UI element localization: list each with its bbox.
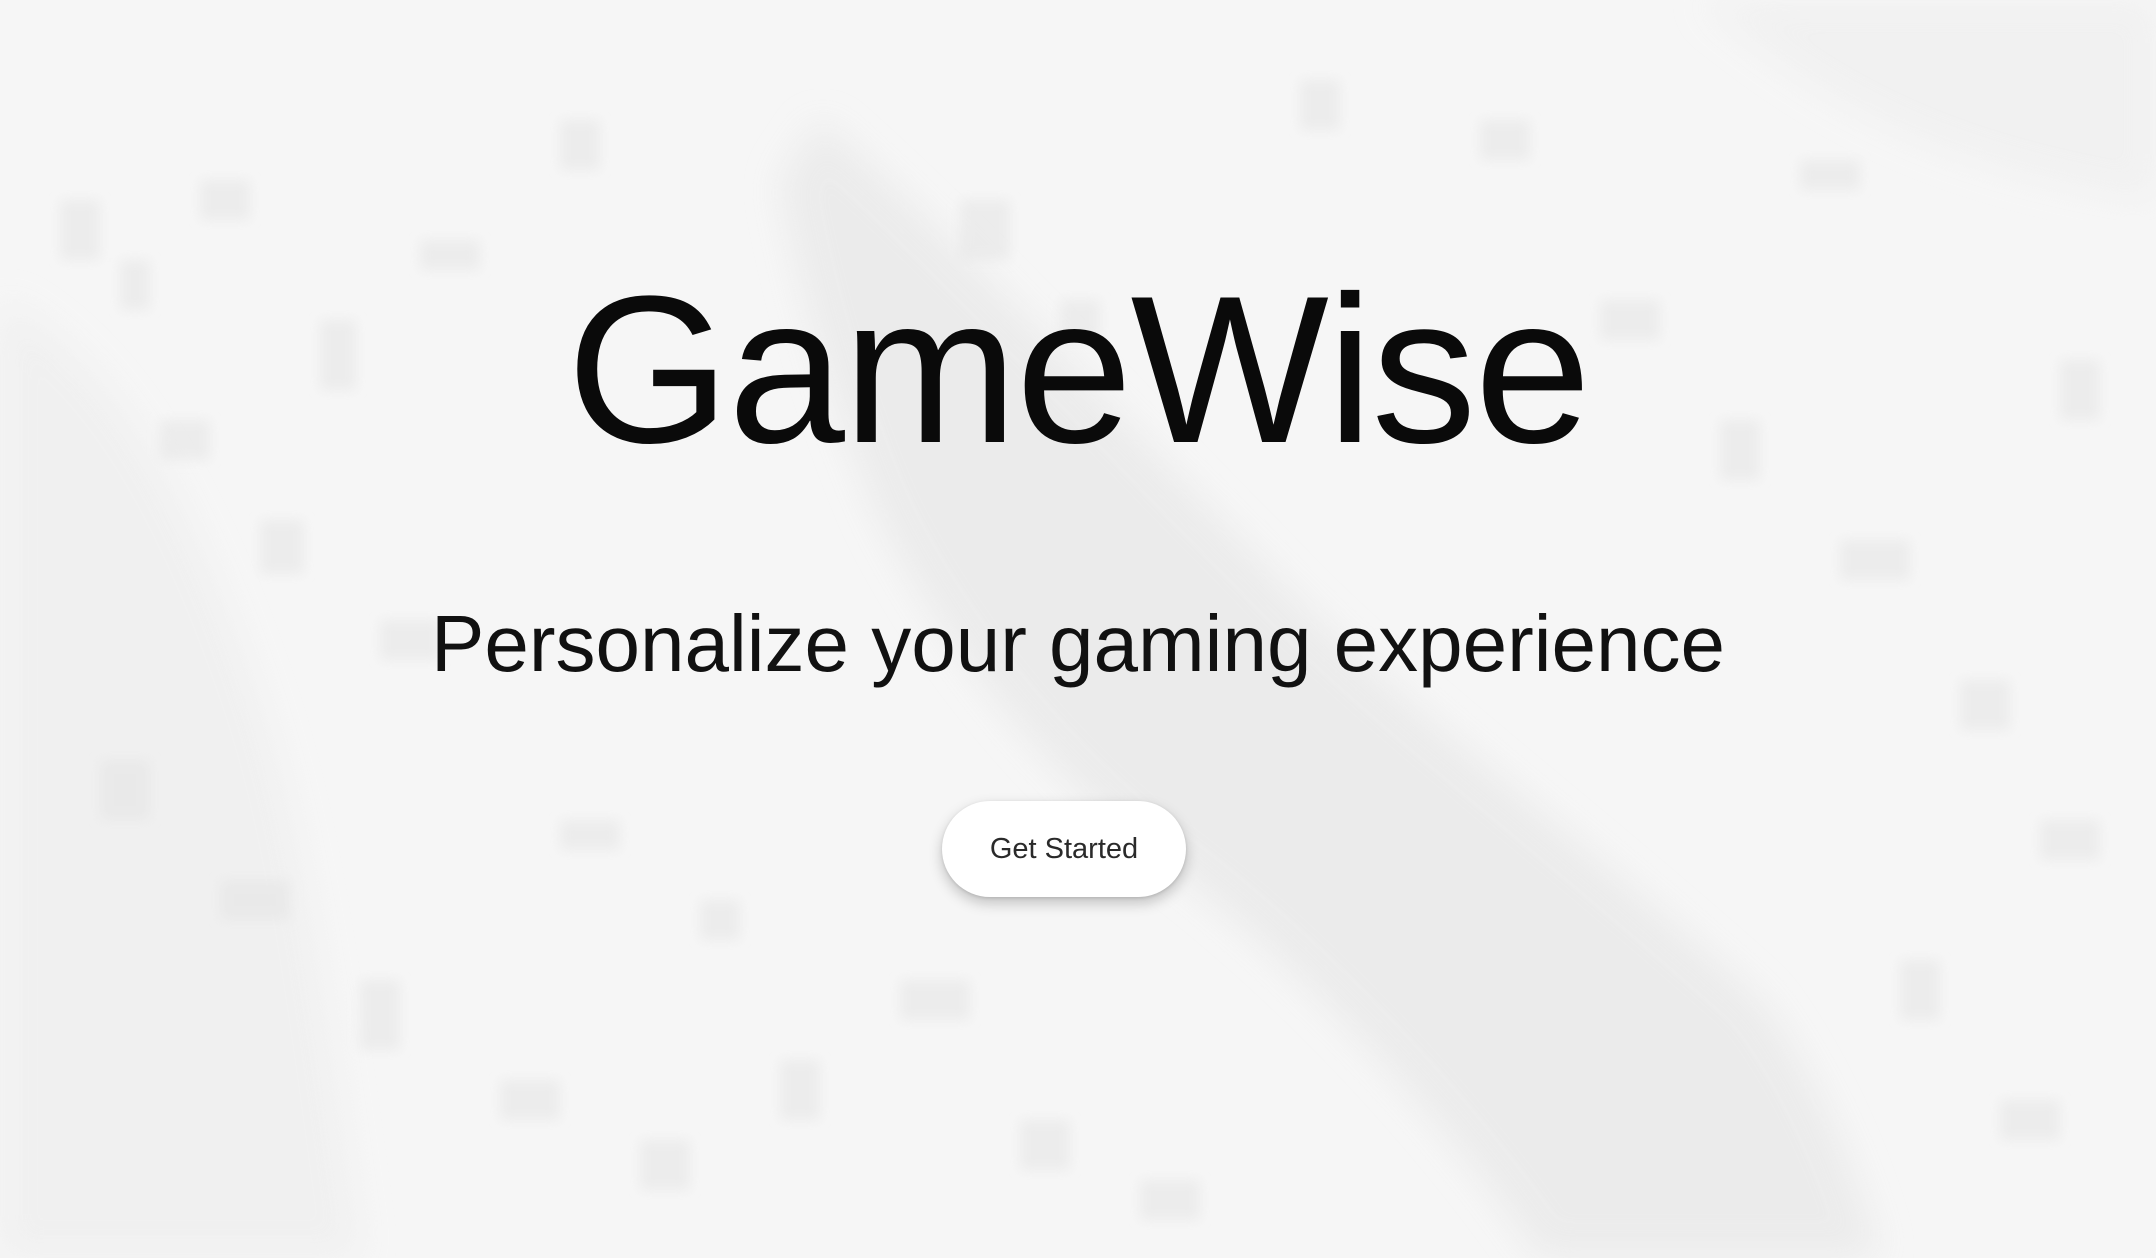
hero-section: GameWise Personalize your gaming experie… [0,0,2156,1258]
get-started-button[interactable]: Get Started [942,801,1186,897]
tagline: Personalize your gaming experience [430,599,1726,688]
app-title: GameWise [566,252,1592,487]
hero-content: GameWise Personalize your gaming experie… [0,0,2156,1258]
